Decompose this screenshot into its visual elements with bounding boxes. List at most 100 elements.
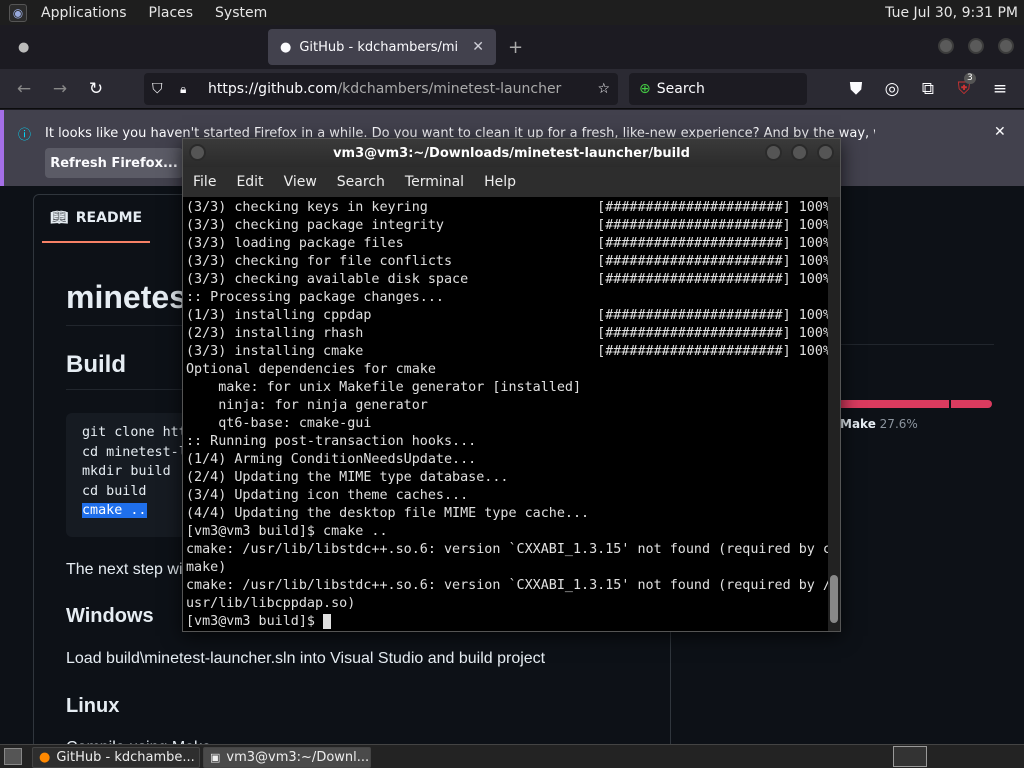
menu-help[interactable]: Help — [474, 174, 526, 190]
terminal-prompt-line: [vm3@vm3 build]$ — [186, 613, 825, 631]
terminal-line: ninja: for ninja generator — [186, 398, 428, 413]
terminal-line: cmake: /usr/lib/libstdc++.so.6: version … — [186, 578, 828, 593]
taskbar-label: vm3@vm3:~/Downl... — [226, 750, 370, 765]
bookmark-star-icon[interactable]: ☆ — [597, 81, 610, 97]
workspace-switcher[interactable] — [893, 746, 927, 767]
taskbar-firefox[interactable]: ● GitHub - kdchambe... — [32, 747, 200, 768]
terminal-menu-button[interactable] — [189, 144, 206, 161]
terminal-line: :: Running post-transaction hooks... — [186, 434, 477, 449]
navigation-toolbar: ← → ↻ ⛉ 🔒︎ https://github.com/kdchambers… — [0, 69, 1024, 109]
menu-search[interactable]: Search — [327, 174, 395, 190]
menu-view[interactable]: View — [274, 174, 327, 190]
windows-heading: Windows — [66, 605, 154, 627]
github-icon: ● — [280, 39, 292, 55]
forward-icon[interactable]: → — [50, 79, 70, 99]
language-segment-gap — [949, 400, 951, 408]
menu-edit[interactable]: Edit — [226, 174, 273, 190]
close-tab-icon[interactable]: ✕ — [472, 39, 484, 55]
applications-menu[interactable]: Applications — [33, 5, 135, 21]
language-bar — [838, 400, 992, 408]
menu-terminal[interactable]: Terminal — [395, 174, 474, 190]
terminal-line: [vm3@vm3 build]$ cmake .. — [186, 524, 388, 539]
terminal-line: (3/3) checking available disk space [###… — [186, 272, 828, 287]
scrollbar-thumb[interactable] — [830, 575, 838, 623]
tab-label: GitHub - kdchambers/mine — [299, 39, 460, 55]
terminal-menubar: File Edit View Search Terminal Help — [183, 167, 840, 197]
language-name: Make — [840, 417, 876, 431]
account-icon[interactable]: ◎ — [882, 79, 902, 99]
top-panel: ◉ Applications Places System Tue Jul 30,… — [0, 0, 1024, 25]
terminal-line: cmake: /usr/lib/libstdc++.so.6: version … — [186, 542, 828, 557]
terminal-maximize-button[interactable] — [791, 144, 808, 161]
terminal-titlebar[interactable]: vm3@vm3:~/Downloads/minetest-launcher/bu… — [183, 139, 840, 167]
tracking-shield-icon[interactable]: ⛉ — [152, 81, 172, 97]
terminal-line: :: Processing package changes... — [186, 290, 444, 305]
terminal-line: (2/4) Updating the MIME type database... — [186, 470, 509, 485]
terminal-line: (1/4) Arming ConditionNeedsUpdate... — [186, 452, 477, 467]
terminal-icon: ▣ — [210, 751, 221, 764]
terminal-cursor — [323, 613, 332, 629]
extension-badge: 3 — [964, 73, 976, 84]
minimize-window-button[interactable] — [938, 38, 954, 54]
terminal-line: (3/3) installing cmake [################… — [186, 344, 828, 359]
terminal-output[interactable]: (3/3) checking keys in keyring [########… — [183, 197, 828, 631]
build-heading: Build — [66, 351, 126, 378]
language-segment-other — [838, 400, 949, 408]
terminal-line: (1/3) installing cppdap [###############… — [186, 308, 828, 323]
show-desktop-icon[interactable] — [4, 748, 22, 765]
close-notification-icon[interactable]: ✕ — [994, 124, 1006, 140]
lock-icon[interactable]: 🔒︎ — [180, 82, 198, 97]
bottom-taskbar: ● GitHub - kdchambe... ▣ vm3@vm3:~/Downl… — [0, 744, 1024, 768]
terminal-window: vm3@vm3:~/Downloads/minetest-launcher/bu… — [182, 138, 841, 632]
linux-heading: Linux — [66, 695, 120, 717]
tab-active[interactable]: ● GitHub - kdchambers/mine ✕ — [268, 29, 496, 65]
places-menu[interactable]: Places — [141, 5, 202, 21]
reload-icon[interactable]: ↻ — [86, 79, 106, 99]
selected-code-line: cmake .. — [82, 503, 147, 519]
windows-instructions: Load build\minetest-launcher.sln into Vi… — [66, 650, 546, 667]
menu-file[interactable]: File — [183, 174, 226, 190]
terminal-line: (3/3) checking for file conflicts [#####… — [186, 254, 828, 269]
terminal-close-button[interactable] — [817, 144, 834, 161]
terminal-title: vm3@vm3:~/Downloads/minetest-launcher/bu… — [333, 145, 690, 161]
pocket-icon[interactable]: ⛊ — [846, 79, 866, 99]
terminal-line: Optional dependencies for cmake — [186, 362, 436, 377]
browser-tab-bar: ● ● GitHub - kdchambers/mine ✕ + — [0, 25, 1024, 69]
hamburger-menu-icon[interactable]: ≡ — [990, 79, 1010, 99]
terminal-prompt: [vm3@vm3 build]$ — [186, 614, 324, 629]
ublock-icon[interactable]: ⛨ 3 — [954, 73, 976, 99]
search-engine-icon[interactable]: ⊕ — [639, 81, 651, 97]
terminal-line: (4/4) Updating the desktop file MIME typ… — [186, 506, 590, 521]
terminal-minimize-button[interactable] — [765, 144, 782, 161]
terminal-line: qt6-base: cmake-gui — [186, 416, 372, 431]
firefox-icon: ● — [39, 750, 51, 765]
panel-clock[interactable]: Tue Jul 30, 9:31 PM — [885, 5, 1018, 21]
language-percent: 27.6% — [879, 417, 918, 431]
new-tab-icon[interactable]: + — [508, 37, 523, 58]
language-make-label[interactable]: Make 27.6% — [840, 417, 918, 431]
terminal-scrollbar[interactable] — [828, 197, 840, 631]
terminal-line: (3/3) checking keys in keyring [########… — [186, 200, 828, 215]
maximize-window-button[interactable] — [968, 38, 984, 54]
close-window-button[interactable] — [998, 38, 1014, 54]
system-menu[interactable]: System — [207, 5, 275, 21]
tab-inactive[interactable]: ● — [6, 29, 258, 65]
refresh-firefox-button[interactable]: Refresh Firefox... — [45, 148, 183, 178]
terminal-line: make: for unix Makefile generator [insta… — [186, 380, 582, 395]
extensions-icon[interactable]: ⧉ — [918, 79, 938, 99]
github-icon: ● — [18, 39, 30, 55]
book-icon: 📖︎ — [50, 210, 68, 226]
distro-logo-icon[interactable]: ◉ — [9, 3, 27, 22]
url-text: https://github.com/kdchambers/minetest-l… — [208, 81, 562, 97]
info-icon: ⓘ — [18, 128, 32, 143]
readme-tab-label: README — [75, 210, 143, 226]
terminal-line: (3/4) Updating icon theme caches... — [186, 488, 469, 503]
readme-tab[interactable]: 📖︎ README — [42, 195, 151, 243]
back-icon[interactable]: ← — [14, 79, 34, 99]
search-field[interactable]: ⊕ Search — [629, 73, 807, 105]
url-bar[interactable]: ⛉ 🔒︎ https://github.com/kdchambers/minet… — [144, 73, 618, 105]
terminal-line: usr/lib/libcppdap.so) — [186, 596, 356, 611]
terminal-line: (2/3) installing rhash [################… — [186, 326, 828, 341]
terminal-line: (3/3) loading package files [###########… — [186, 236, 828, 251]
taskbar-terminal[interactable]: ▣ vm3@vm3:~/Downl... — [203, 747, 371, 768]
